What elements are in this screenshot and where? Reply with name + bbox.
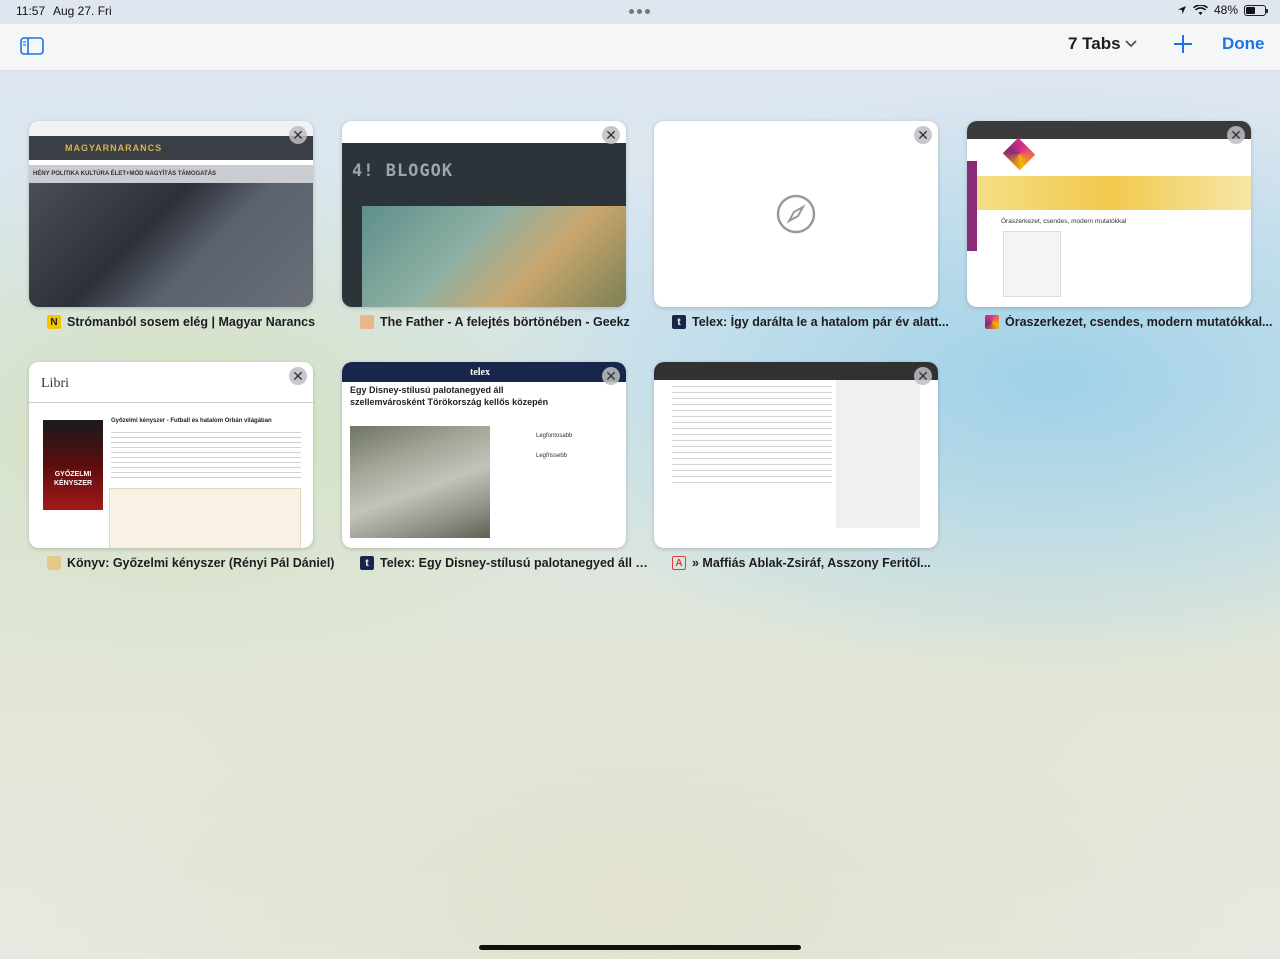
favicon-icon [47,556,61,570]
close-tab-icon[interactable]: ✕ [289,126,307,144]
status-indicators: 48% [1177,3,1268,17]
tab-title-row[interactable]: Könyv: Győzelmi kényszer (Rényi Pál Dáni… [47,556,337,570]
tabs-count-button[interactable]: 7 Tabs [1068,34,1137,54]
tab-title: Könyv: Győzelmi kényszer (Rényi Pál Dáni… [67,556,335,570]
tab-card-6[interactable]: telex Egy Disney-stílusú palotanegyed ál… [342,362,650,570]
done-button[interactable]: Done [1222,34,1265,54]
tab-title-row[interactable]: Óraszerkezet, csendes, modern mutatókkal… [985,315,1275,329]
close-tab-icon[interactable]: ✕ [1227,126,1245,144]
multitasking-dots-icon[interactable] [629,9,651,14]
tab-card-3[interactable]: ✕ t Telex: Így darálta le a hatalom pár … [654,121,949,329]
tab-title-row[interactable]: N Strómanból sosem elég | Magyar Narancs [47,315,337,329]
tab-title-row[interactable]: A » Maffiás Ablak-Zsiráf, Asszony Feritő… [672,556,962,570]
status-bar: 11:57 Aug 27. Fri 48% [0,0,1280,24]
thumbnail-site-logo: MAGYARNARANCS [65,143,163,153]
close-tab-icon[interactable]: ✕ [289,367,307,385]
new-tab-plus-icon[interactable] [1172,33,1194,55]
tab-thumbnail[interactable]: Libri GYŐZELMI KÉNYSZER Győzelmi kénysze… [29,362,313,548]
tab-title-row[interactable]: t Telex: Így darálta le a hatalom pár év… [672,315,962,329]
sidebar-link: Legfrissebb [536,453,568,459]
thumbnail-text-lines [672,386,832,486]
tab-overview-toolbar: 7 Tabs Done [0,24,1280,71]
tab-title-row[interactable]: The Father - A felejtés börtönében - Gee… [360,315,650,329]
close-tab-icon[interactable]: ✕ [914,126,932,144]
tab-thumbnail[interactable]: MAGYARNARANCS HÉNY POLITIKA KULTÚRA ÉLET… [29,121,313,307]
tab-title: Telex: Így darálta le a hatalom pár év a… [692,315,949,329]
status-date: Aug 27. Fri [53,4,112,18]
tab-title: Strómanból sosem elég | Magyar Narancs [67,315,316,329]
battery-fill [1246,6,1255,14]
favicon-icon [985,315,999,329]
thumbnail-heading: Óraszerkezet, csendes, modern mutatókkal [1001,218,1127,225]
tab-title-row[interactable]: t Telex: Egy Disney-stílusú palotanegyed… [360,556,650,570]
chevron-down-icon [1124,40,1137,48]
tab-thumbnail[interactable]: ✕ [654,121,938,307]
thumbnail-photo [29,183,313,307]
close-tab-icon[interactable]: ✕ [602,126,620,144]
wifi-icon [1193,4,1208,15]
status-time: 11:57 [16,4,46,18]
sidebar-link: Legfontosabb [536,433,573,439]
favicon-icon: t [360,556,374,570]
battery-icon [1244,4,1268,16]
tab-card-1[interactable]: MAGYARNARANCS HÉNY POLITIKA KULTÚRA ÉLET… [29,121,315,329]
thumbnail-nav: HÉNY POLITIKA KULTÚRA ÉLET+MÓD NAGYÍTÁS … [29,165,313,183]
tab-card-5[interactable]: Libri GYŐZELMI KÉNYSZER Győzelmi kénysze… [29,362,334,570]
thumbnail-book-cover: GYŐZELMI KÉNYSZER [43,420,103,510]
close-tab-icon[interactable]: ✕ [914,367,932,385]
thumbnail-price-box [109,488,301,548]
thumbnail-photo [350,426,490,538]
book-cover-title: GYŐZELMI KÉNYSZER [53,471,93,487]
tab-card-2[interactable]: 4! BLOGOK ✕ The Father - A felejtés bört… [342,121,630,329]
thumbnail-headline: Egy Disney-stílusú palotanegyed áll szel… [350,385,549,407]
favicon-icon: t [672,315,686,329]
favicon-icon [360,315,374,329]
home-indicator[interactable] [479,945,801,950]
tab-title: Telex: Egy Disney-stílusú palotanegyed á… [380,556,650,570]
location-icon [1177,6,1186,14]
tab-card-7[interactable]: ✕ A » Maffiás Ablak-Zsiráf, Asszony Feri… [654,362,938,570]
thumbnail-site-logo: telex [470,367,490,378]
tab-thumbnail[interactable]: 4! BLOGOK ✕ [342,121,626,307]
tab-thumbnail[interactable]: telex Egy Disney-stílusú palotanegyed ál… [342,362,626,548]
tab-card-4[interactable]: Óraszerkezet, csendes, modern mutatókkal… [967,121,1272,329]
sidebar-toggle-icon[interactable] [20,36,44,56]
favicon-icon: A [672,556,686,570]
compass-icon [776,194,816,234]
thumbnail-heading: Győzelmi kényszer - Futball és hatalom O… [111,418,272,424]
close-tab-icon[interactable]: ✕ [602,367,620,385]
battery-percent: 48% [1213,3,1238,17]
thumbnail-product-image [1003,231,1061,297]
tab-title: The Father - A felejtés börtönében - Gee… [380,315,630,329]
tab-title: » Maffiás Ablak-Zsiráf, Asszony Feritől.… [692,556,931,570]
thumbnail-sidebar: Legfontosabb Legfrissebb [536,426,572,466]
favicon-icon: N [47,315,61,329]
thumbnail-site-logo: Libri [41,376,69,391]
thumbnail-site-logo: 4! BLOGOK [352,161,454,181]
tabs-count-label: 7 Tabs [1068,34,1121,53]
tab-title: Óraszerkezet, csendes, modern mutatókkal… [1005,315,1273,329]
tab-thumbnail[interactable]: ✕ [654,362,938,548]
thumbnail-artwork [362,206,626,307]
thumbnail-text-lines [111,432,301,482]
tab-thumbnail[interactable]: Óraszerkezet, csendes, modern mutatókkal… [967,121,1251,307]
